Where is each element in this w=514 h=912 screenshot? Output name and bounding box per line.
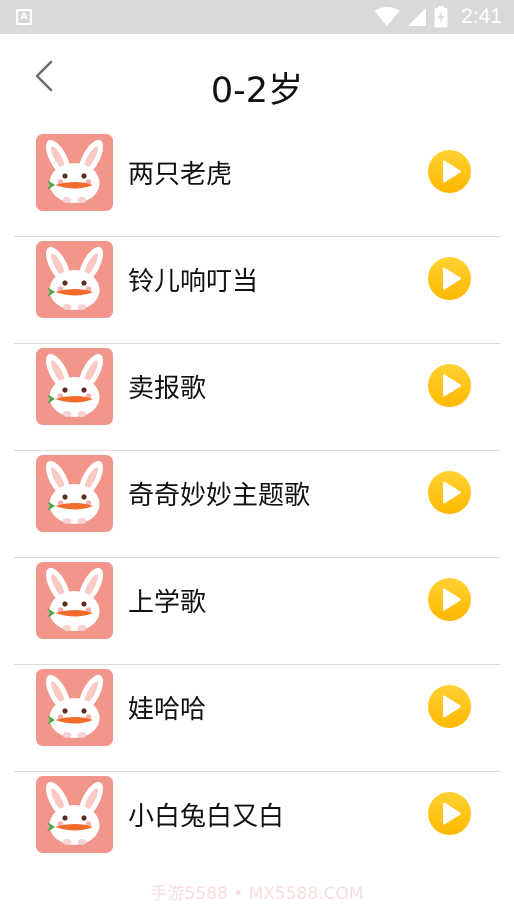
- song-thumbnail: [36, 669, 113, 746]
- song-list-item[interactable]: 两只老虎: [0, 130, 514, 237]
- notification-icon: A: [16, 9, 32, 25]
- song-list-item[interactable]: 卖报歌: [0, 344, 514, 451]
- header: 0-2岁: [0, 34, 514, 130]
- play-circle-icon: [428, 792, 471, 835]
- bunny-carrot-icon: [45, 139, 104, 203]
- status-bar: A 2:41: [0, 0, 514, 34]
- song-thumbnail: [36, 348, 113, 425]
- song-title: 上学歌: [128, 588, 207, 618]
- bunny-carrot-icon: [45, 674, 104, 738]
- play-circle-icon: [428, 150, 471, 193]
- play-button[interactable]: [428, 685, 471, 728]
- song-list: 两只老虎 铃儿响叮当 卖报歌 奇奇妙妙主题歌 上学歌 娃哈哈 小白兔白又白: [0, 130, 514, 879]
- play-button[interactable]: [428, 364, 471, 407]
- song-list-item[interactable]: 铃儿响叮当: [0, 237, 514, 344]
- play-button[interactable]: [428, 578, 471, 621]
- song-title: 奇奇妙妙主题歌: [128, 481, 311, 511]
- battery-charging-icon: [434, 6, 448, 28]
- song-title: 娃哈哈: [128, 695, 207, 725]
- play-circle-icon: [428, 578, 471, 621]
- play-button[interactable]: [428, 471, 471, 514]
- clock: 2:41: [461, 5, 502, 28]
- song-thumbnail: [36, 134, 113, 211]
- song-thumbnail: [36, 455, 113, 532]
- bunny-carrot-icon: [45, 567, 104, 631]
- bunny-carrot-icon: [45, 781, 104, 845]
- bunny-carrot-icon: [45, 460, 104, 524]
- song-list-item[interactable]: 娃哈哈: [0, 665, 514, 772]
- wifi-icon: [374, 7, 400, 26]
- play-circle-icon: [428, 685, 471, 728]
- song-list-item[interactable]: 奇奇妙妙主题歌: [0, 451, 514, 558]
- song-thumbnail: [36, 241, 113, 318]
- song-title: 铃儿响叮当: [128, 267, 259, 297]
- song-title: 小白兔白又白: [128, 802, 285, 832]
- play-circle-icon: [428, 471, 471, 514]
- page-title: 0-2岁: [210, 71, 304, 111]
- play-circle-icon: [428, 257, 471, 300]
- watermark: 手游5588 • MX5588.COM: [150, 884, 364, 904]
- song-title: 卖报歌: [128, 374, 207, 404]
- song-list-item[interactable]: 上学歌: [0, 558, 514, 665]
- play-button[interactable]: [428, 257, 471, 300]
- bunny-carrot-icon: [45, 353, 104, 417]
- song-thumbnail: [36, 562, 113, 639]
- song-list-item[interactable]: 小白兔白又白: [0, 772, 514, 879]
- play-button[interactable]: [428, 150, 471, 193]
- bunny-carrot-icon: [45, 246, 104, 310]
- song-thumbnail: [36, 776, 113, 853]
- play-circle-icon: [428, 364, 471, 407]
- cell-signal-icon: [408, 8, 427, 26]
- play-button[interactable]: [428, 792, 471, 835]
- song-title: 两只老虎: [128, 160, 233, 190]
